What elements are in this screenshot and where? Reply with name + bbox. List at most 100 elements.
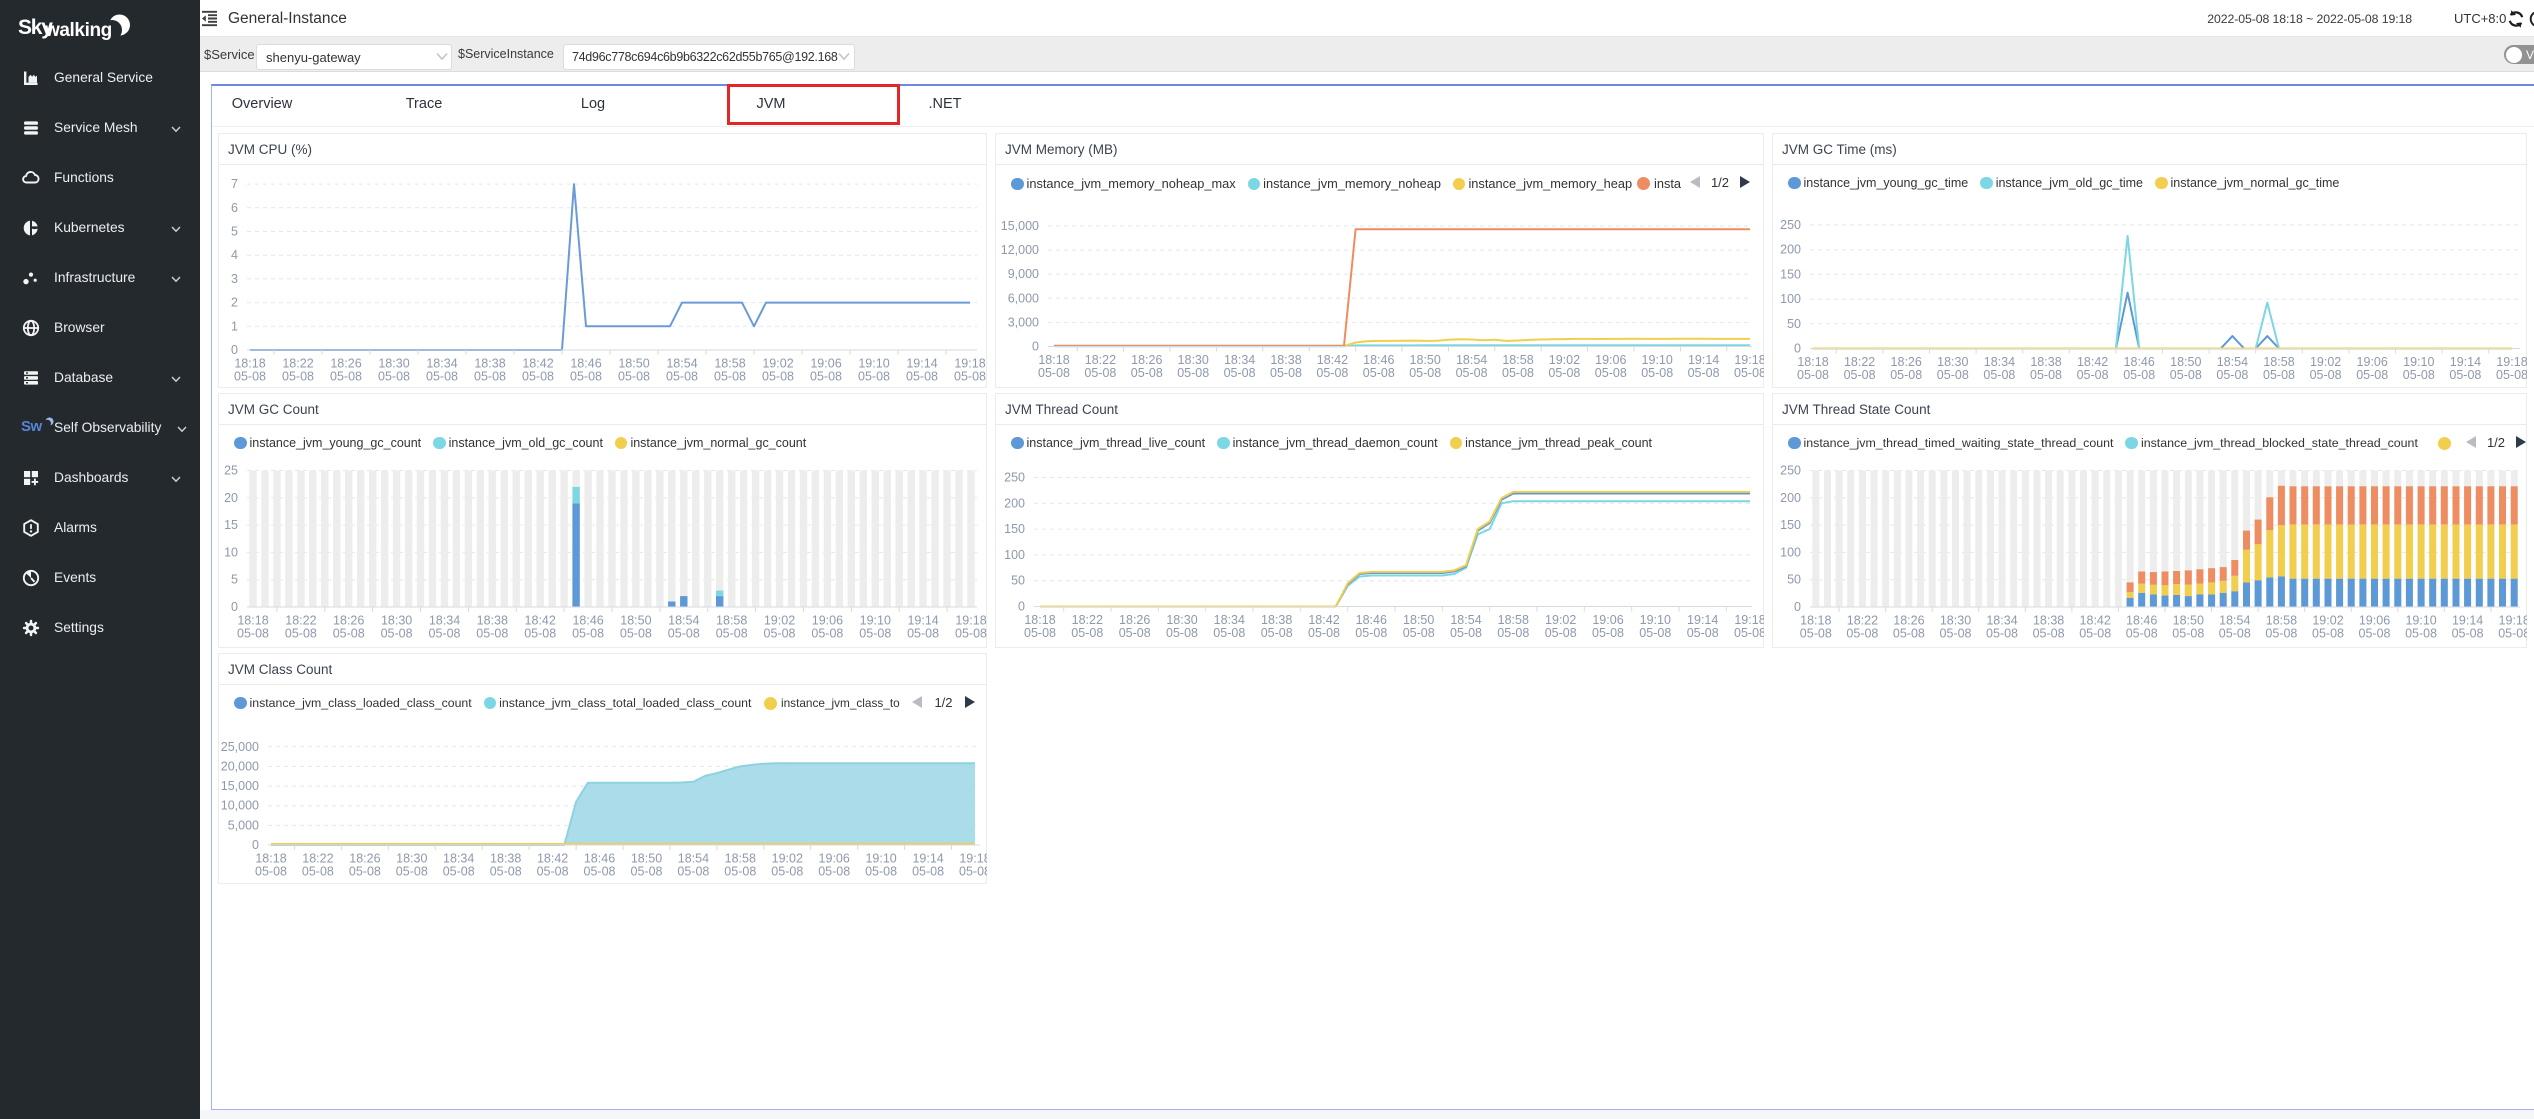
- svg-text:18:38: 18:38: [1270, 353, 1301, 367]
- svg-text:05-08: 05-08: [1166, 626, 1198, 640]
- svg-text:18:22: 18:22: [302, 852, 333, 866]
- svg-text:18:50: 18:50: [620, 614, 651, 628]
- svg-text:18:26: 18:26: [330, 357, 361, 371]
- svg-text:05-08: 05-08: [443, 865, 475, 879]
- svg-text:18:54: 18:54: [1456, 353, 1487, 367]
- svg-text:05-08: 05-08: [330, 370, 362, 384]
- svg-text:19:10: 19:10: [1640, 613, 1671, 627]
- svg-text:18:42: 18:42: [525, 614, 556, 628]
- svg-text:05-08: 05-08: [1224, 366, 1256, 380]
- svg-text:18:18: 18:18: [1024, 613, 1055, 627]
- svg-text:19:10: 19:10: [860, 614, 891, 628]
- svg-text:18:54: 18:54: [2217, 355, 2248, 369]
- svg-text:05-08: 05-08: [1403, 626, 1435, 640]
- svg-text:18:18: 18:18: [1038, 353, 1069, 367]
- svg-text:18:26: 18:26: [333, 614, 364, 628]
- svg-text:05-08: 05-08: [865, 865, 897, 879]
- svg-text:05-08: 05-08: [1409, 366, 1441, 380]
- svg-text:18:34: 18:34: [443, 852, 474, 866]
- svg-text:05-08: 05-08: [2170, 368, 2202, 382]
- svg-text:200: 200: [1004, 496, 1025, 510]
- svg-text:05-08: 05-08: [426, 370, 458, 384]
- svg-text:150: 150: [1004, 522, 1025, 536]
- svg-text:05-08: 05-08: [524, 627, 556, 641]
- svg-text:19:14: 19:14: [906, 357, 937, 371]
- svg-text:1: 1: [231, 319, 238, 333]
- svg-text:19:14: 19:14: [912, 852, 943, 866]
- svg-text:05-08: 05-08: [396, 865, 428, 879]
- svg-text:05-08: 05-08: [1119, 626, 1151, 640]
- svg-text:0: 0: [1794, 600, 1801, 614]
- svg-text:18:22: 18:22: [285, 614, 316, 628]
- svg-text:19:06: 19:06: [812, 614, 843, 628]
- svg-text:05-08: 05-08: [2126, 627, 2158, 641]
- svg-text:19:06: 19:06: [819, 852, 850, 866]
- svg-text:05-08: 05-08: [1846, 627, 1878, 641]
- svg-text:18:54: 18:54: [1450, 613, 1481, 627]
- svg-text:05-08: 05-08: [762, 370, 794, 384]
- svg-text:18:18: 18:18: [1797, 355, 1828, 369]
- svg-text:18:38: 18:38: [474, 357, 505, 371]
- svg-text:19:10: 19:10: [2403, 355, 2434, 369]
- svg-text:12,000: 12,000: [1001, 243, 1039, 257]
- svg-text:05-08: 05-08: [955, 627, 987, 641]
- svg-text:18:50: 18:50: [618, 357, 649, 371]
- svg-text:19:06: 19:06: [2357, 355, 2388, 369]
- svg-text:05-08: 05-08: [1688, 366, 1720, 380]
- svg-text:05-08: 05-08: [1497, 626, 1529, 640]
- svg-text:05-08: 05-08: [349, 865, 381, 879]
- svg-text:05-08: 05-08: [668, 627, 700, 641]
- svg-text:18:46: 18:46: [1363, 353, 1394, 367]
- svg-text:05-08: 05-08: [476, 627, 508, 641]
- svg-text:05-08: 05-08: [859, 627, 891, 641]
- svg-text:05-08: 05-08: [378, 370, 410, 384]
- svg-text:150: 150: [1780, 518, 1801, 532]
- svg-text:18:22: 18:22: [1847, 614, 1878, 628]
- svg-text:05-08: 05-08: [1316, 366, 1348, 380]
- svg-text:05-08: 05-08: [1270, 366, 1302, 380]
- svg-text:05-08: 05-08: [912, 865, 944, 879]
- svg-text:18:18: 18:18: [237, 614, 268, 628]
- svg-text:100: 100: [1004, 548, 1025, 562]
- svg-text:19:10: 19:10: [865, 852, 896, 866]
- svg-text:05-08: 05-08: [959, 865, 987, 879]
- svg-text:05-08: 05-08: [2359, 627, 2391, 641]
- svg-text:05-08: 05-08: [474, 370, 506, 384]
- svg-text:05-08: 05-08: [2219, 627, 2251, 641]
- svg-text:05-08: 05-08: [1940, 627, 1972, 641]
- svg-text:18:30: 18:30: [1940, 614, 1971, 628]
- svg-text:05-08: 05-08: [1687, 626, 1719, 640]
- svg-text:18:58: 18:58: [2263, 355, 2294, 369]
- svg-text:05-08: 05-08: [302, 865, 334, 879]
- svg-text:05-08: 05-08: [1355, 626, 1387, 640]
- svg-text:05-08: 05-08: [818, 865, 850, 879]
- svg-text:18:34: 18:34: [1984, 355, 2015, 369]
- svg-text:18:34: 18:34: [429, 614, 460, 628]
- svg-text:0: 0: [252, 838, 259, 852]
- svg-text:05-08: 05-08: [1177, 366, 1209, 380]
- svg-text:19:06: 19:06: [810, 357, 841, 371]
- svg-text:05-08: 05-08: [1890, 368, 1922, 382]
- svg-text:18:42: 18:42: [2080, 614, 2111, 628]
- svg-text:25: 25: [224, 464, 238, 478]
- svg-text:05-08: 05-08: [2310, 368, 2342, 382]
- svg-text:05-08: 05-08: [255, 865, 287, 879]
- svg-text:05-08: 05-08: [2403, 368, 2435, 382]
- svg-text:05-08: 05-08: [429, 627, 461, 641]
- svg-text:19:14: 19:14: [1687, 613, 1718, 627]
- svg-text:05-08: 05-08: [714, 370, 746, 384]
- svg-text:18:38: 18:38: [2033, 614, 2064, 628]
- svg-text:18:26: 18:26: [1893, 614, 1924, 628]
- svg-text:05-08: 05-08: [381, 627, 413, 641]
- svg-text:18:58: 18:58: [2266, 614, 2297, 628]
- svg-text:18:18: 18:18: [255, 852, 286, 866]
- svg-text:18:46: 18:46: [584, 852, 615, 866]
- svg-text:05-08: 05-08: [2123, 368, 2155, 382]
- svg-text:0: 0: [231, 600, 238, 614]
- svg-text:05-08: 05-08: [618, 370, 650, 384]
- svg-text:5,000: 5,000: [228, 818, 259, 832]
- svg-text:19:14: 19:14: [2452, 614, 2483, 628]
- svg-text:05-08: 05-08: [2265, 627, 2297, 641]
- svg-text:05-08: 05-08: [2033, 627, 2065, 641]
- svg-text:05-08: 05-08: [234, 370, 266, 384]
